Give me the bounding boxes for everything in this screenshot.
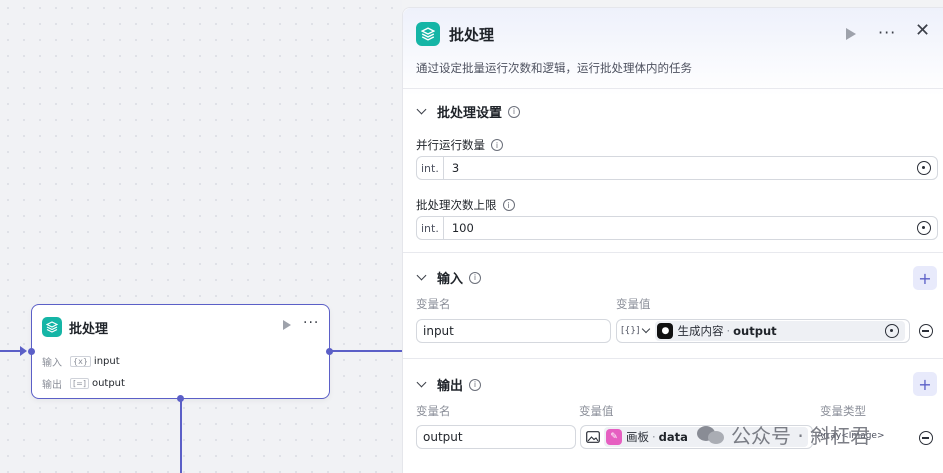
node-body-port[interactable] [177,395,184,402]
node-output-port[interactable] [326,348,333,355]
close-icon[interactable]: ✕ [915,20,930,41]
chevron-down-icon[interactable] [642,324,651,334]
parallel-count-label: 并行运行数量 i [416,137,503,153]
node-input-tag: {x} input [70,356,120,367]
batch-limit-label-text: 批处理次数上限 [416,198,497,212]
variable-type-icon[interactable]: [{}] [617,326,643,336]
divider [403,358,943,359]
variable-ref-icon[interactable] [917,161,931,175]
chevron-down-icon[interactable] [416,104,427,115]
node-input-label: 输入 [42,358,62,369]
input-reference-chip[interactable]: ● 生成内容 · output [655,321,905,341]
int-type-tag: int. [417,157,444,179]
output-name-value[interactable]: output [417,430,463,444]
node-input-value: input [93,356,120,367]
watermark-text: 公众号 · 斜杠君 [731,424,871,448]
info-icon[interactable]: i [469,378,482,391]
parallel-count-label-text: 并行运行数量 [416,138,485,152]
batch-limit-label: 批处理次数上限 i [416,197,515,213]
node-output-label: 输出 [42,380,62,391]
input-value-field[interactable]: [{}] ● 生成内容 · output [616,319,910,343]
panel-description: 通过设定批量运行次数和逻辑，运行批处理体内的任务 [416,61,692,75]
ref-field: data [658,430,688,444]
parallel-count-value[interactable]: 3 [444,161,917,175]
outgoing-edge [330,350,402,352]
add-input-button[interactable]: + [913,266,937,290]
more-icon[interactable]: ··· [878,23,896,42]
play-icon[interactable] [846,28,856,40]
input-col-name: 变量名 [416,297,451,311]
output-col-name: 变量名 [416,404,451,418]
play-icon[interactable] [283,320,291,330]
node-title: 批处理 [69,322,109,337]
image-icon[interactable] [581,431,604,443]
input-name-field[interactable]: input [416,319,611,343]
minus-circle-icon[interactable] [919,431,933,445]
input-col-value: 变量值 [616,297,651,311]
chevron-down-icon[interactable] [416,270,427,281]
node-output-value: output [91,378,125,389]
node-output-tag: [=] output [70,378,125,389]
parallel-count-input[interactable]: int. 3 [416,156,938,180]
incoming-edge [0,350,22,352]
input-section-header[interactable]: 输入 i [416,268,482,287]
array-icon: [=] [70,378,89,389]
panel-title[interactable]: 批处理 [449,24,494,45]
batch-limit-input[interactable]: int. 100 [416,216,938,240]
ref-separator: · [726,324,731,338]
output-name-field[interactable]: output [416,425,576,449]
info-icon[interactable]: i [491,139,503,151]
board-icon: ✎ [606,429,622,445]
batch-node[interactable]: 批处理 ··· 输入 {x} input 输出 [=] output [28,304,333,402]
node-config-panel: 批处理 ··· ✕ 通过设定批量运行次数和逻辑，运行批处理体内的任务 批处理设置… [402,7,943,473]
layers-icon [416,22,440,46]
variable-ref-icon[interactable] [885,324,899,338]
output-col-value: 变量值 [579,404,614,418]
info-icon[interactable]: i [508,105,521,118]
info-icon[interactable]: i [502,199,515,211]
output-section-header[interactable]: 输出 i [416,375,482,394]
workflow-canvas[interactable]: 批处理 ··· 输入 {x} input 输出 [=] output [0,0,402,473]
watermark: 公众号 · 斜杠君 [697,420,870,449]
divider [403,88,943,89]
variable-ref-icon[interactable] [917,221,931,235]
input-section-title: 输入 [437,272,464,287]
input-name-value[interactable]: input [417,324,454,338]
output-section-title: 输出 [437,379,464,394]
ref-source: 画板 [626,430,649,444]
ref-separator: · [652,430,656,444]
node-input-port[interactable] [28,348,35,355]
ref-source: 生成内容 [677,324,724,338]
panel-header [403,8,943,96]
add-output-button[interactable]: + [913,372,937,396]
output-col-type: 变量类型 [820,404,866,418]
wechat-logo-icon [697,424,725,446]
more-icon[interactable]: ··· [303,315,319,331]
info-icon[interactable]: i [469,271,482,284]
settings-section-title: 批处理设置 [437,106,503,121]
ghost-avatar-icon: ● [657,323,674,339]
minus-circle-icon[interactable] [919,324,933,338]
int-type-tag: int. [417,217,444,239]
divider [403,252,943,253]
layers-icon [42,317,62,337]
settings-section-header[interactable]: 批处理设置 i [416,102,521,121]
variable-icon: {x} [70,356,91,367]
node-output-row: 输出 [=] output [42,376,125,391]
batch-limit-value[interactable]: 100 [444,221,917,235]
chevron-down-icon[interactable] [416,377,427,388]
edge-arrow-icon [20,346,27,356]
node-input-row: 输入 {x} input [42,354,120,369]
batch-body-edge [180,399,182,473]
ref-field: output [733,324,777,338]
